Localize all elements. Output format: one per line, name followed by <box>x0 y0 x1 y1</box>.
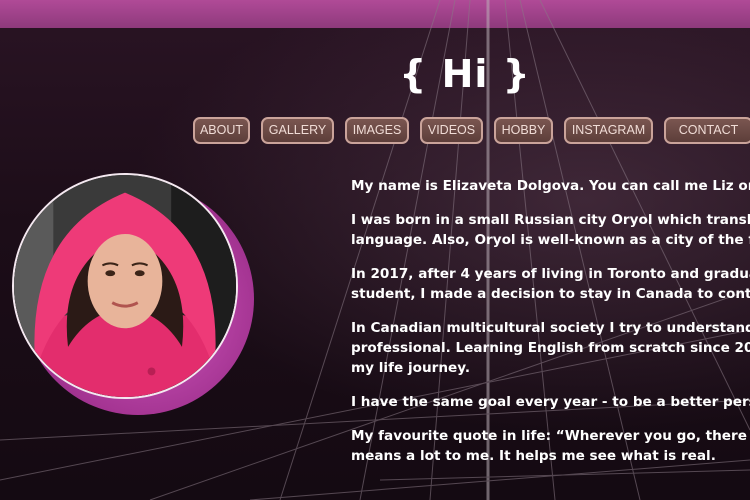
nav-about-button[interactable]: ABOUT <box>193 117 250 144</box>
bio-line: my life journey. <box>351 360 470 376</box>
bio-paragraph-name: My name is Elizaveta Dolgova. You can ca… <box>351 176 750 196</box>
main-nav: ABOUT GALLERY IMAGES VIDEOS HOBBY INSTAG… <box>193 117 750 144</box>
page: { Hi } ABOUT GALLERY IMAGES VIDEOS HOBBY… <box>0 0 750 500</box>
bio-line: I was born in a small Russian city Oryol… <box>351 212 750 228</box>
nav-videos-button[interactable]: VIDEOS <box>420 117 483 144</box>
bio-line: My favourite quote in life: “Wherever yo… <box>351 428 750 444</box>
nav-hobby-button[interactable]: HOBBY <box>494 117 553 144</box>
bio-line: In 2017, after 4 years of living in Toro… <box>351 266 750 282</box>
nav-contact-button[interactable]: CONTACT <box>664 117 750 144</box>
bio-line: means a lot to me. It helps me see what … <box>351 448 716 464</box>
bio-line: I have the same goal every year - to be … <box>351 394 750 410</box>
bio-paragraph-society: In Canadian multicultural society I try … <box>351 318 750 378</box>
bio-paragraph-canada: In 2017, after 4 years of living in Toro… <box>351 264 750 304</box>
bio-line: professional. Learning English from scra… <box>351 340 750 356</box>
nav-gallery-button[interactable]: GALLERY <box>261 117 334 144</box>
bio-text: My name is Elizaveta Dolgova. You can ca… <box>351 176 750 480</box>
profile-photo-frame <box>12 173 254 415</box>
bio-line: In Canadian multicultural society I try … <box>351 320 750 336</box>
profile-photo <box>12 173 238 399</box>
portrait-illustration <box>14 175 236 397</box>
nav-instagram-button[interactable]: INSTAGRAM <box>564 117 653 144</box>
bio-paragraph-goal: I have the same goal every year - to be … <box>351 392 750 412</box>
nav-images-button[interactable]: IMAGES <box>345 117 409 144</box>
page-title: { Hi } <box>399 52 531 96</box>
bio-line: student, I made a decision to stay in Ca… <box>351 286 750 302</box>
bio-paragraph-quote: My favourite quote in life: “Wherever yo… <box>351 426 750 466</box>
bio-paragraph-birthplace: I was born in a small Russian city Oryol… <box>351 210 750 250</box>
bio-line: My name is Elizaveta Dolgova. You can ca… <box>351 178 750 194</box>
bio-line: language. Also, Oryol is well-known as a… <box>351 232 750 248</box>
